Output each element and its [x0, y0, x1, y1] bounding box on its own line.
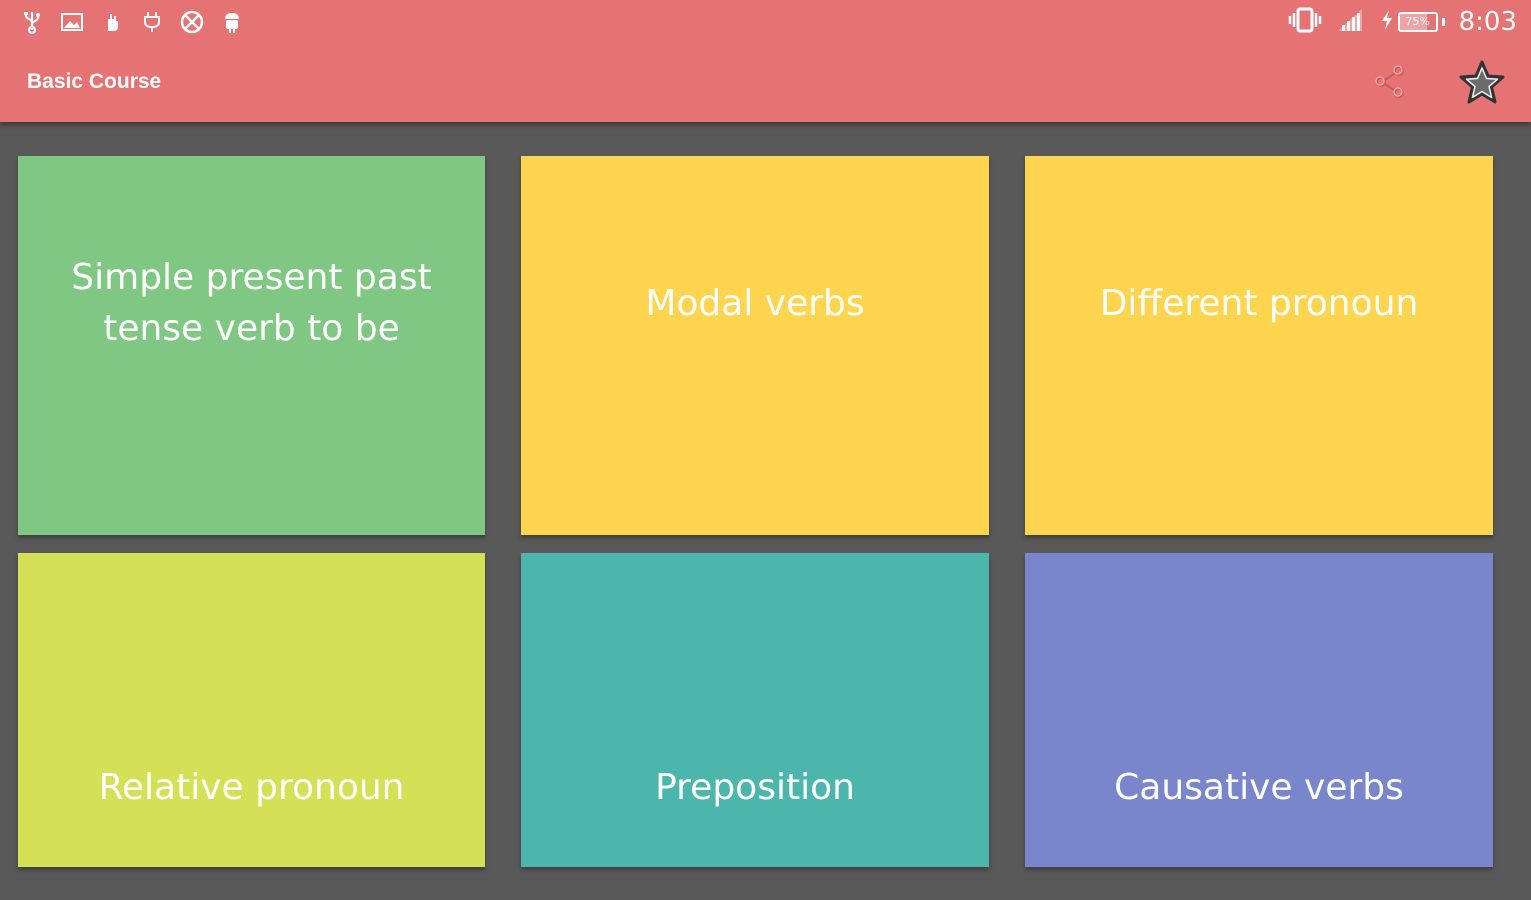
clock: 8:03 — [1458, 7, 1517, 37]
lesson-tile-different-pronoun[interactable]: Different pronoun — [1025, 156, 1493, 535]
hand-icon — [100, 10, 124, 34]
lesson-tile-label: Preposition — [655, 767, 855, 808]
lesson-tile-simple-present[interactable]: Simple present past tense verb to be — [18, 156, 485, 535]
lesson-tile-preposition[interactable]: Preposition — [521, 553, 989, 867]
charging-icon — [1380, 9, 1394, 35]
lesson-tile-label: Modal verbs — [645, 283, 865, 324]
lesson-tile-causative-verbs[interactable]: Causative verbs — [1025, 553, 1493, 867]
page-title: Basic Course — [27, 70, 162, 93]
share-button[interactable] — [1366, 60, 1414, 108]
battery-indicator: 75% — [1380, 9, 1445, 35]
lesson-tile-modal-verbs[interactable]: Modal verbs — [521, 156, 989, 535]
favorite-button[interactable] — [1458, 60, 1506, 108]
android-icon — [220, 10, 244, 34]
star-icon — [1458, 59, 1506, 109]
blocked-icon — [180, 10, 204, 34]
status-bar-notifications — [20, 8, 244, 36]
image-icon — [60, 10, 84, 34]
app-bar: 75% 8:03 Basic Course — [0, 0, 1531, 122]
share-icon — [1372, 64, 1408, 104]
lesson-tile-label: Different pronoun — [1099, 283, 1419, 324]
status-bar-system: 75% 8:03 — [1288, 6, 1517, 38]
plug-icon — [140, 10, 164, 34]
battery-cap — [1441, 18, 1445, 26]
vibrate-icon — [1288, 7, 1322, 37]
lesson-tile-label: Causative verbs — [1114, 767, 1404, 808]
lesson-tile-label: Simple present past tense verb to be — [71, 257, 432, 349]
lesson-tile-label: Relative pronoun — [98, 767, 405, 808]
signal-icon — [1336, 7, 1366, 37]
battery-icon: 75% — [1397, 12, 1438, 32]
usb-icon — [20, 10, 44, 34]
battery-percent: 75% — [1405, 15, 1430, 28]
lesson-tile-relative-pronoun[interactable]: Relative pronoun — [18, 553, 485, 867]
